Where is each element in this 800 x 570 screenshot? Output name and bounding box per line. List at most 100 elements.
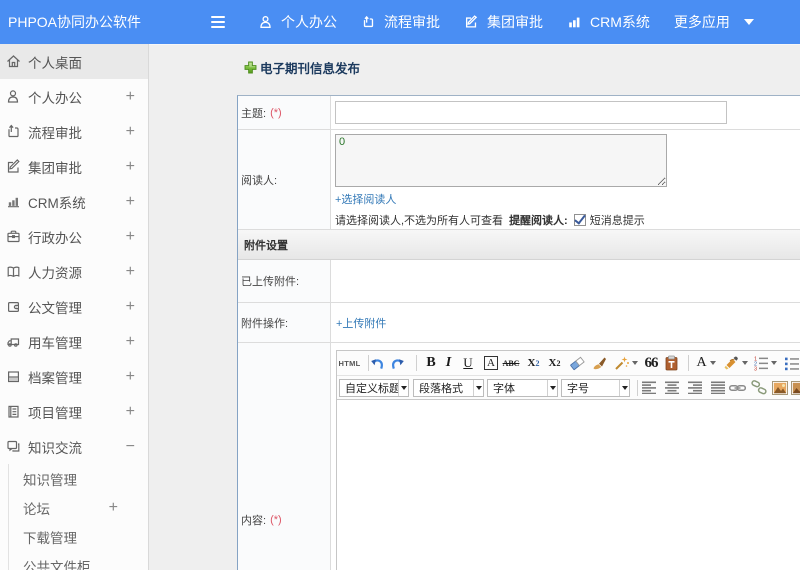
readers-textarea[interactable]: 0 xyxy=(335,134,667,187)
upload-attachment-link[interactable]: +上传附件 xyxy=(336,315,386,331)
align-left-icon[interactable] xyxy=(642,378,657,398)
uploaded-row: 已上传附件: xyxy=(238,260,800,303)
unlink-icon[interactable] xyxy=(751,378,767,398)
nav-more-apps[interactable]: 更多应用 xyxy=(674,12,754,32)
sidebar-item-vehicle[interactable]: 用车管理 + xyxy=(0,324,148,359)
expand-icon[interactable]: + xyxy=(126,368,135,386)
paragraph-format-select[interactable]: 段落格式 xyxy=(413,378,484,397)
editor-toolbar-row1: HTML B I U A ABC X2 X2 66 A 1 2 3 xyxy=(337,351,800,376)
toolbar-separator xyxy=(416,355,417,371)
briefcase-icon xyxy=(5,228,22,245)
expand-icon[interactable]: + xyxy=(126,403,135,421)
sidebar-item-admin-office[interactable]: 行政办公 + xyxy=(0,219,148,254)
ordered-list-icon[interactable]: 123 xyxy=(753,353,769,373)
sms-remind-checkbox[interactable] xyxy=(573,214,586,226)
expand-icon[interactable]: + xyxy=(126,158,135,176)
link-icon[interactable] xyxy=(729,378,746,398)
sidebar-item-label: 档案管理 xyxy=(28,370,82,386)
attach-op-label: 附件操作: xyxy=(238,303,331,342)
paste-text-icon[interactable] xyxy=(664,353,679,373)
select-readers-link[interactable]: +选择阅读人 xyxy=(335,191,396,207)
font-box-icon[interactable]: A xyxy=(484,356,498,370)
sidebar-item-desktop[interactable]: 个人桌面 xyxy=(0,44,148,79)
underline-icon[interactable]: U xyxy=(462,353,474,373)
sidebar-subitem-download[interactable]: 下载管理 xyxy=(9,522,148,551)
content-label-text: 内容: xyxy=(241,514,267,527)
nav-crm[interactable]: CRM系统 xyxy=(567,12,650,32)
sidebar-item-hr[interactable]: 人力资源 + xyxy=(0,254,148,289)
caret-down-icon[interactable] xyxy=(619,379,629,396)
expand-icon[interactable]: + xyxy=(126,298,135,316)
workflow-icon xyxy=(361,14,376,30)
rich-text-editor: HTML B I U A ABC X2 X2 66 A 1 2 3 自定义标题 … xyxy=(336,350,800,570)
bold-icon[interactable]: B xyxy=(425,353,437,373)
undo-icon[interactable] xyxy=(369,353,386,373)
nav-label: 个人办公 xyxy=(281,14,337,30)
caret-down-icon[interactable] xyxy=(710,361,716,365)
sidebar-item-archive[interactable]: 档案管理 + xyxy=(0,359,148,394)
caret-down-icon[interactable] xyxy=(771,361,777,365)
nav-personal-office[interactable]: 个人办公 xyxy=(258,12,337,32)
readers-row: 阅读人: 0 +选择阅读人 请选择阅读人,不选为所有人可查看 提醒阅读人: 短消… xyxy=(238,130,800,230)
format-brush-icon[interactable] xyxy=(592,353,608,373)
nav-label: 集团审批 xyxy=(487,14,543,30)
caret-down-icon[interactable] xyxy=(398,379,408,396)
sidebar-item-knowledge[interactable]: 知识交流 − xyxy=(0,429,148,464)
sidebar-item-project[interactable]: 项目管理 + xyxy=(0,394,148,429)
nav-workflow-approval[interactable]: 流程审批 xyxy=(361,12,440,32)
expand-icon[interactable]: + xyxy=(109,499,118,517)
html-source-button[interactable]: HTML xyxy=(338,353,360,373)
media-icon[interactable] xyxy=(791,378,800,398)
attachment-section-title: 附件设置 xyxy=(244,239,288,252)
custom-title-select[interactable]: 自定义标题 xyxy=(339,378,409,397)
sidebar-item-label: 下载管理 xyxy=(23,530,77,546)
highlight-pen-icon[interactable] xyxy=(723,353,740,373)
sidebar-item-doc-mgmt[interactable]: 公文管理 + xyxy=(0,289,148,324)
caret-down-icon[interactable] xyxy=(632,361,638,365)
italic-icon[interactable]: I xyxy=(445,353,452,373)
caret-down-icon[interactable] xyxy=(742,361,748,365)
expand-icon[interactable]: + xyxy=(126,263,135,281)
sidebar-subitem-knowledge-mgmt[interactable]: 知识管理 xyxy=(9,464,148,493)
align-right-icon[interactable] xyxy=(688,378,703,398)
remind-label: 提醒阅读人: xyxy=(509,215,568,227)
subscript-icon[interactable]: X2 xyxy=(548,353,561,373)
unordered-list-icon[interactable] xyxy=(784,353,800,373)
sidebar-subitem-public-files[interactable]: 公共文件柜 xyxy=(9,551,148,570)
eraser-icon[interactable] xyxy=(569,353,586,373)
image-icon[interactable] xyxy=(772,378,788,398)
redo-icon[interactable] xyxy=(389,353,406,373)
font-size-select[interactable]: 字号 xyxy=(561,378,630,397)
book-icon xyxy=(5,263,22,280)
font-family-select[interactable]: 字体 xyxy=(487,378,558,397)
autotypeset-icon[interactable] xyxy=(614,353,630,373)
content-cell: HTML B I U A ABC X2 X2 66 A 1 2 3 自定义标题 … xyxy=(331,343,800,570)
expand-icon[interactable]: + xyxy=(126,123,135,141)
menu-toggle-icon[interactable] xyxy=(211,0,225,44)
expand-icon[interactable]: + xyxy=(126,88,135,106)
align-center-icon[interactable] xyxy=(665,378,680,398)
sidebar-subitem-forum[interactable]: 论坛 + xyxy=(9,493,148,522)
caret-down-icon[interactable] xyxy=(473,379,483,396)
subject-label-text: 主题: xyxy=(241,107,267,120)
expand-icon[interactable]: + xyxy=(126,193,135,211)
font-color-icon[interactable]: A xyxy=(695,353,708,373)
sidebar-item-workflow[interactable]: 流程审批 + xyxy=(0,114,148,149)
subject-input[interactable] xyxy=(335,101,727,124)
superscript-icon[interactable]: X2 xyxy=(527,353,540,373)
sidebar-item-personal-office[interactable]: 个人办公 + xyxy=(0,79,148,114)
blockquote-icon[interactable]: 66 xyxy=(644,353,659,373)
editor-content-area[interactable] xyxy=(337,400,800,570)
content-row: 内容: (*) HTML B I U A ABC X 2 X 2 66 A 1 … xyxy=(238,343,800,570)
readers-hint-line: 请选择阅读人,不选为所有人可查看 提醒阅读人: 短消息提示 xyxy=(335,212,800,228)
collapse-icon[interactable]: − xyxy=(126,438,135,456)
nav-label: CRM系统 xyxy=(590,14,650,30)
sidebar-item-crm[interactable]: CRM系统 + xyxy=(0,184,148,219)
expand-icon[interactable]: + xyxy=(126,333,135,351)
justify-icon[interactable] xyxy=(711,378,726,398)
nav-group-approval[interactable]: 集团审批 xyxy=(464,12,543,32)
sidebar-item-group-approval[interactable]: 集团审批 + xyxy=(0,149,148,184)
caret-down-icon[interactable] xyxy=(547,379,557,396)
expand-icon[interactable]: + xyxy=(126,228,135,246)
strikethrough-icon[interactable]: ABC xyxy=(503,353,520,373)
